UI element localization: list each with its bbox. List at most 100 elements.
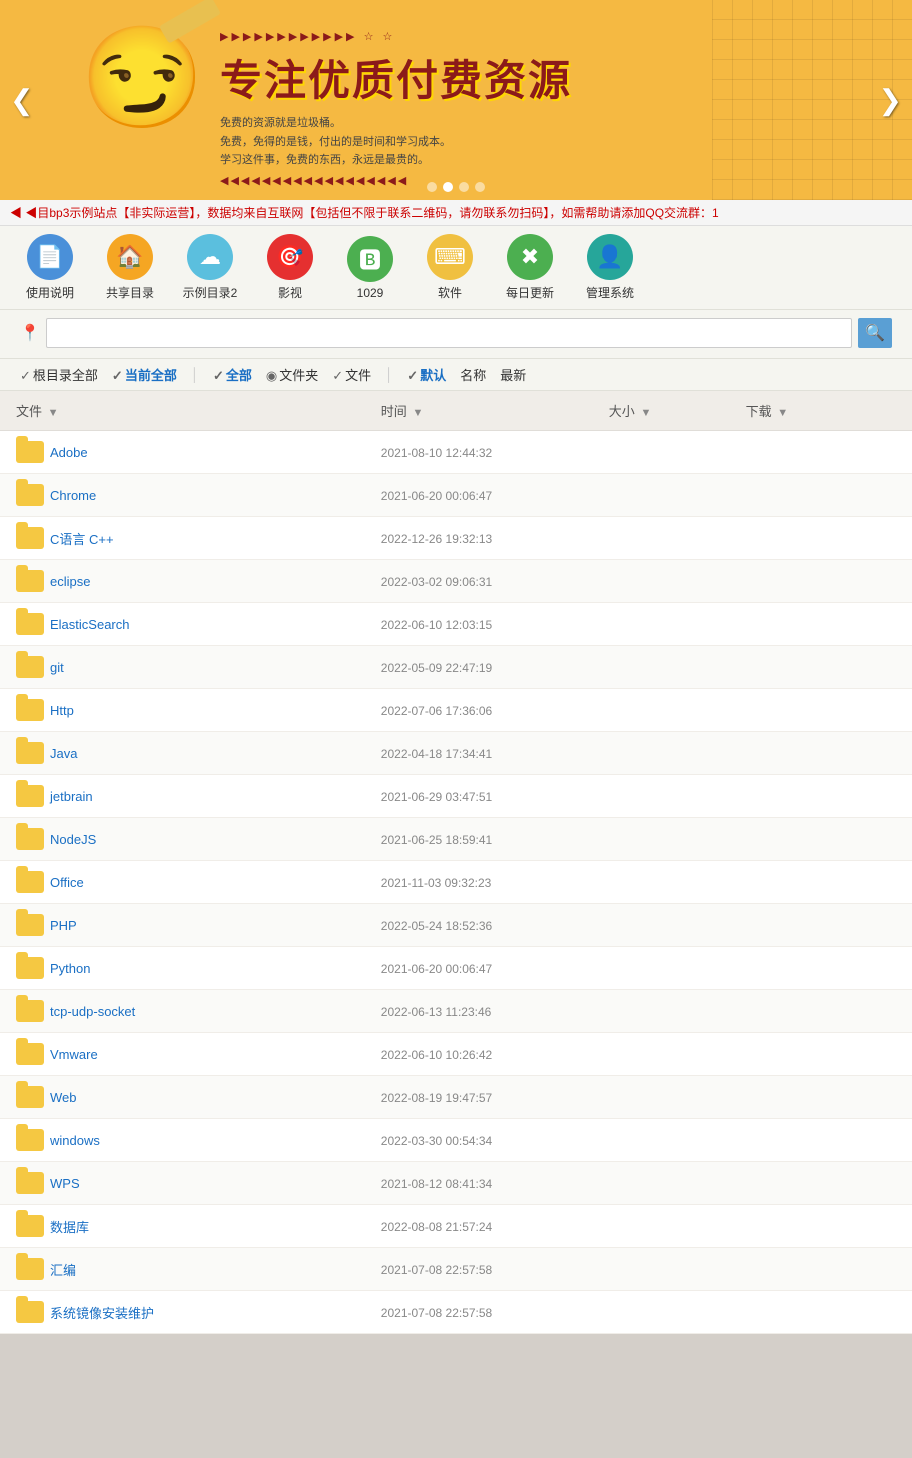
file-name-link[interactable]: Office [50,875,84,890]
banner-subtitle: 免费的资源就是垃圾桶。 免费，免得的是钱，付出的是时间和学习成本。 学习这件事，… [220,114,572,170]
file-name-link[interactable]: Web [50,1090,77,1105]
file-name-link[interactable]: Python [50,961,90,976]
filter-file[interactable]: ✓文件 [332,365,371,384]
table-header-row: 文件 ▼ 时间 ▼ 大小 ▼ 下载 ▼ [0,391,912,431]
file-download [730,646,912,689]
file-name-link[interactable]: Chrome [50,488,96,503]
file-download [730,947,912,990]
table-row: Python 2021-06-20 00:06:47 [0,947,912,990]
filter-latest[interactable]: 最新 [500,365,526,384]
file-name-link[interactable]: eclipse [50,574,90,589]
file-size [593,775,730,818]
folder-icon [16,699,44,721]
file-sort-icon: ▼ [48,407,59,419]
filter-all[interactable]: ✓全部 [213,365,252,384]
nav-item-1029[interactable]: 🅱 1029 [340,236,400,300]
banner-next-button[interactable]: ❯ [879,84,902,117]
file-date: 2021-08-12 08:41:34 [381,1177,492,1191]
table-row: Adobe 2021-08-10 12:44:32 [0,431,912,474]
filter-name[interactable]: 名称 [460,365,486,384]
file-download [730,1248,912,1291]
file-name-link[interactable]: Java [50,746,77,761]
nav-item-usage[interactable]: 📄 使用说明 [20,234,80,301]
file-name-link[interactable]: NodeJS [50,832,96,847]
nav-item-shared[interactable]: 🏠 共享目录 [100,234,160,301]
notice-arrow-icon: ◀ [10,206,22,220]
example2-icon: ☁ [187,234,233,280]
table-row: ElasticSearch 2022-06-10 12:03:15 [0,603,912,646]
filter-default[interactable]: ✓默认 [407,365,446,384]
col-header-file[interactable]: 文件 ▼ [0,391,365,431]
file-size [593,861,730,904]
file-date: 2021-06-20 00:06:47 [381,489,492,503]
file-size [593,1248,730,1291]
folder-icon [16,1301,44,1323]
table-row: WPS 2021-08-12 08:41:34 [0,1162,912,1205]
filter-folder[interactable]: ◉文件夹 [266,365,318,384]
search-input[interactable] [46,318,852,348]
file-name-link[interactable]: windows [50,1133,100,1148]
file-download [730,474,912,517]
file-size [593,1162,730,1205]
folder-icon [16,1000,44,1022]
file-size [593,1119,730,1162]
file-table: 文件 ▼ 时间 ▼ 大小 ▼ 下载 ▼ A [0,391,912,1334]
folder-cell: PHP [16,914,349,936]
file-download [730,775,912,818]
file-download [730,990,912,1033]
nav-item-daily[interactable]: ✖ 每日更新 [500,234,560,301]
col-header-size[interactable]: 大小 ▼ [593,391,730,431]
banner-dot-3[interactable] [459,182,469,192]
nav-item-video[interactable]: 🎯 影视 [260,234,320,301]
file-name-link[interactable]: 汇编 [50,1260,76,1279]
filter-current[interactable]: ✓当前全部 [112,365,177,384]
file-download [730,861,912,904]
shared-icon: 🏠 [107,234,153,280]
folder-cell: Vmware [16,1043,349,1065]
file-name-link[interactable]: 系统镜像安装维护 [50,1303,154,1322]
file-name-link[interactable]: git [50,660,64,675]
col-header-time[interactable]: 时间 ▼ [365,391,593,431]
nav-1029-label: 1029 [357,286,384,300]
banner-dot-1[interactable] [427,182,437,192]
file-download [730,689,912,732]
nav-item-example2[interactable]: ☁ 示例目录2 [180,234,240,301]
banner: 😏 ▶▶▶▶▶▶▶▶▶▶▶▶ ☆ ☆ 专注优质付费资源 免费的资源就是垃圾桶。 … [0,0,912,200]
file-size [593,517,730,560]
folder-cell: WPS [16,1172,349,1194]
file-size [593,689,730,732]
file-name-link[interactable]: PHP [50,918,77,933]
file-name-link[interactable]: C语言 C++ [50,529,114,548]
file-size [593,603,730,646]
table-row: 系统镜像安装维护 2021-07-08 22:57:58 [0,1291,912,1334]
folder-icon [16,742,44,764]
search-button[interactable]: 🔍 [858,318,892,348]
nav-item-software[interactable]: ⌨ 软件 [420,234,480,301]
file-name-link[interactable]: Adobe [50,445,88,460]
file-name-link[interactable]: 数据库 [50,1217,89,1236]
file-size [593,732,730,775]
file-name-link[interactable]: jetbrain [50,789,93,804]
file-name-link[interactable]: Vmware [50,1047,98,1062]
usage-icon: 📄 [27,234,73,280]
nav-item-admin[interactable]: 👤 管理系统 [580,234,640,301]
file-date: 2022-03-02 09:06:31 [381,575,492,589]
banner-dot-2[interactable] [443,182,453,192]
filter-root[interactable]: ✓根目录全部 [20,365,98,384]
folder-cell: C语言 C++ [16,527,349,549]
file-name-link[interactable]: Http [50,703,74,718]
file-size [593,818,730,861]
file-name-link[interactable]: WPS [50,1176,80,1191]
table-row: C语言 C++ 2022-12-26 19:32:13 [0,517,912,560]
folder-icon [16,1258,44,1280]
banner-dot-4[interactable] [475,182,485,192]
file-name-link[interactable]: ElasticSearch [50,617,129,632]
table-row: jetbrain 2021-06-29 03:47:51 [0,775,912,818]
table-row: Java 2022-04-18 17:34:41 [0,732,912,775]
col-header-download[interactable]: 下载 ▼ [730,391,912,431]
daily-icon: ✖ [507,234,553,280]
file-name-link[interactable]: tcp-udp-socket [50,1004,135,1019]
file-date: 2022-06-10 12:03:15 [381,618,492,632]
banner-prev-button[interactable]: ❮ [10,84,33,117]
file-date: 2022-06-13 11:23:46 [381,1005,492,1019]
